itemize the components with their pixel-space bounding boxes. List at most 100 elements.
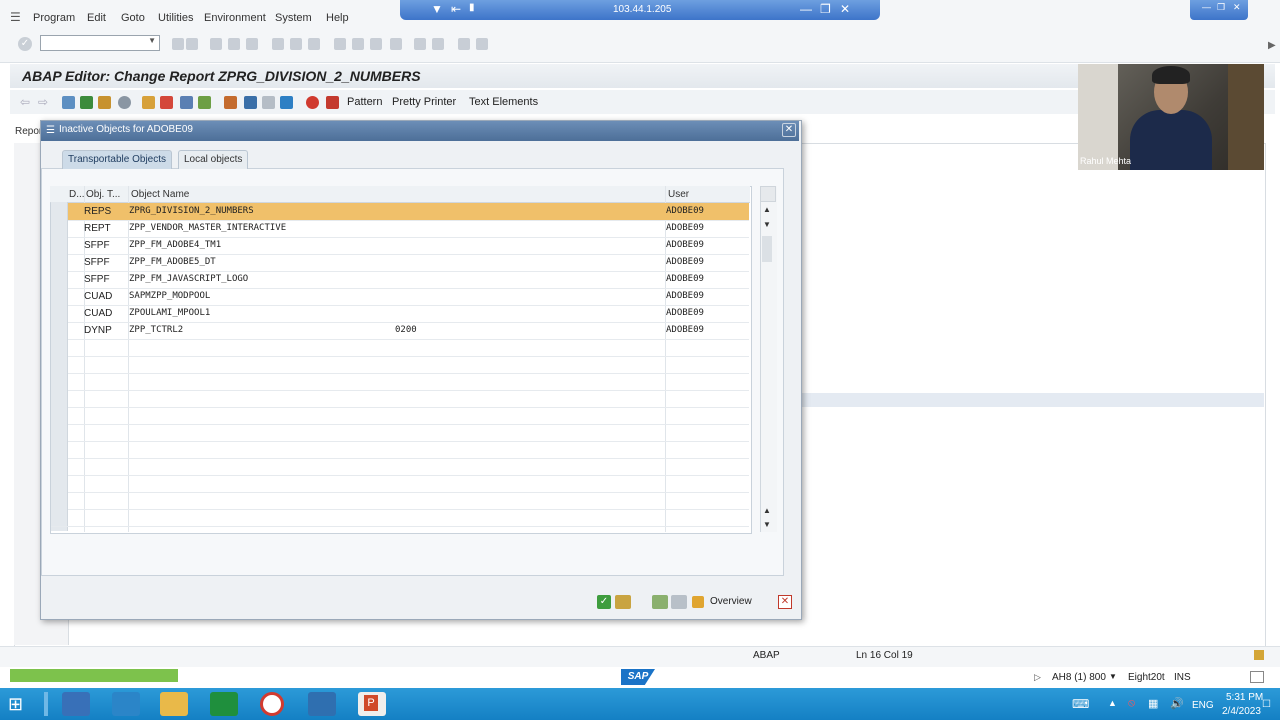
- row-selector[interactable]: [51, 322, 68, 339]
- enter-icon[interactable]: ✓: [18, 37, 32, 51]
- table-row[interactable]: CUAD SAPMZPP_MODPOOL ADOBE09: [51, 288, 749, 306]
- close-icon[interactable]: ✕: [840, 2, 850, 16]
- overview-button[interactable]: Overview: [710, 594, 770, 610]
- volume-icon[interactable]: 🔊: [1170, 697, 1184, 710]
- customize-icon[interactable]: [476, 38, 488, 50]
- input-language[interactable]: ENG: [1192, 700, 1214, 711]
- tray-app-icon[interactable]: ⦸: [1128, 697, 1135, 710]
- powershell-icon[interactable]: [112, 692, 140, 716]
- table-row-empty[interactable]: [51, 407, 749, 425]
- row-selector[interactable]: [51, 339, 68, 356]
- first-page-icon[interactable]: [308, 38, 320, 50]
- row-selector[interactable]: [51, 288, 68, 305]
- row-selector[interactable]: [51, 475, 68, 492]
- column-header-d[interactable]: D...: [69, 189, 85, 200]
- find-icon[interactable]: [272, 38, 284, 50]
- scroll-down-icon[interactable]: ▼: [763, 220, 771, 229]
- powerpoint-icon[interactable]: P: [358, 692, 386, 716]
- back-icon[interactable]: [186, 38, 198, 50]
- chevron-down-icon[interactable]: ▼: [1109, 672, 1117, 681]
- pattern-button[interactable]: Pattern: [347, 96, 382, 108]
- test-icon[interactable]: [180, 96, 193, 109]
- breakpoint-icon[interactable]: [306, 96, 319, 109]
- sap-logon-icon[interactable]: [308, 692, 336, 716]
- table-row-empty[interactable]: [51, 475, 749, 493]
- where-used-icon[interactable]: [118, 96, 131, 109]
- layout-menu-icon[interactable]: [1250, 671, 1264, 683]
- table-row-empty[interactable]: [51, 356, 749, 374]
- clock-date[interactable]: 2/4/2023: [1222, 706, 1261, 717]
- table-row-empty[interactable]: [51, 509, 749, 527]
- activate-anyway-icon[interactable]: [615, 595, 631, 609]
- status-icon[interactable]: [1254, 650, 1264, 660]
- cancel-icon[interactable]: [228, 38, 240, 50]
- table-row[interactable]: SFPF ZPP_FM_ADOBE5_DT ADOBE09: [51, 254, 749, 272]
- tab-local-objects[interactable]: Local objects: [178, 150, 249, 169]
- last-page-icon[interactable]: [370, 38, 382, 50]
- row-selector[interactable]: [51, 271, 68, 288]
- pin-icon[interactable]: ⇤: [451, 2, 461, 16]
- activate-icon[interactable]: [160, 96, 173, 109]
- row-selector[interactable]: [51, 390, 68, 407]
- clock-time[interactable]: 5:31 PM: [1226, 692, 1263, 703]
- new-session-icon[interactable]: [390, 38, 402, 50]
- where-used-list-icon[interactable]: [198, 96, 211, 109]
- windows-start-icon[interactable]: ⊞: [8, 694, 23, 715]
- exit-icon[interactable]: [210, 38, 222, 50]
- confirm-icon[interactable]: ✓: [597, 595, 611, 609]
- text-elements-button[interactable]: Text Elements: [469, 96, 538, 108]
- next-page-icon[interactable]: [352, 38, 364, 50]
- close-icon[interactable]: ✕: [782, 123, 796, 137]
- select-all-icon[interactable]: [652, 595, 668, 609]
- scroll-up-icon[interactable]: ▲: [763, 506, 771, 515]
- table-row-empty[interactable]: [51, 441, 749, 459]
- info-icon[interactable]: [280, 96, 293, 109]
- restore-icon[interactable]: ❐: [820, 2, 831, 16]
- excel-icon[interactable]: [210, 692, 238, 716]
- row-selector[interactable]: [51, 373, 68, 390]
- row-selector[interactable]: [51, 458, 68, 475]
- table-row[interactable]: SFPF ZPP_FM_ADOBE4_TM1 ADOBE09: [51, 237, 749, 255]
- server-manager-icon[interactable]: [62, 692, 90, 716]
- chrome-icon[interactable]: [260, 692, 284, 716]
- chevron-down-icon[interactable]: ▼: [148, 36, 156, 45]
- table-row-empty[interactable]: [51, 458, 749, 476]
- menu-icon[interactable]: ☰: [10, 10, 21, 24]
- file-explorer-icon[interactable]: [160, 692, 188, 716]
- prev-page-icon[interactable]: [334, 38, 346, 50]
- window-icon[interactable]: [262, 96, 275, 109]
- back-arrow-icon[interactable]: ⇦: [20, 95, 30, 109]
- restore-icon[interactable]: ❐: [1217, 2, 1225, 13]
- row-selector[interactable]: [51, 407, 68, 424]
- menu-system[interactable]: System: [275, 12, 312, 24]
- table-row-empty[interactable]: [51, 339, 749, 357]
- expand-icon[interactable]: ▶: [1268, 40, 1276, 51]
- row-selector[interactable]: [51, 254, 68, 271]
- status-system[interactable]: AH8 (1) 800: [1052, 672, 1106, 683]
- column-header-object-name[interactable]: Object Name: [131, 189, 189, 200]
- help-icon[interactable]: [458, 38, 470, 50]
- other-object-icon[interactable]: [80, 96, 93, 109]
- network-icon[interactable]: ▦: [1148, 697, 1158, 710]
- display-change-icon[interactable]: [62, 96, 75, 109]
- table-row-empty[interactable]: [51, 390, 749, 408]
- column-header-user[interactable]: User: [668, 189, 689, 200]
- shortcut-icon[interactable]: [414, 38, 426, 50]
- menu-help[interactable]: Help: [326, 12, 349, 24]
- row-selector[interactable]: [51, 441, 68, 458]
- row-selector[interactable]: [51, 203, 68, 220]
- menu-program[interactable]: Program: [33, 12, 75, 24]
- column-settings-icon[interactable]: [760, 186, 776, 202]
- command-field[interactable]: ▼: [40, 35, 160, 51]
- table-row[interactable]: REPT ZPP_VENDOR_MASTER_INTERACTIVE ADOBE09: [51, 220, 749, 238]
- find-next-icon[interactable]: [290, 38, 302, 50]
- row-selector[interactable]: [51, 305, 68, 322]
- tray-up-icon[interactable]: ▲: [1108, 698, 1117, 708]
- close-icon[interactable]: ✕: [1233, 2, 1241, 13]
- dropdown-icon[interactable]: ▼: [431, 2, 443, 16]
- row-selector[interactable]: [51, 424, 68, 441]
- row-selector[interactable]: [51, 509, 68, 526]
- scroll-thumb[interactable]: [762, 236, 772, 262]
- keyboard-icon[interactable]: ⌨: [1072, 697, 1089, 711]
- table-row-empty[interactable]: [51, 424, 749, 442]
